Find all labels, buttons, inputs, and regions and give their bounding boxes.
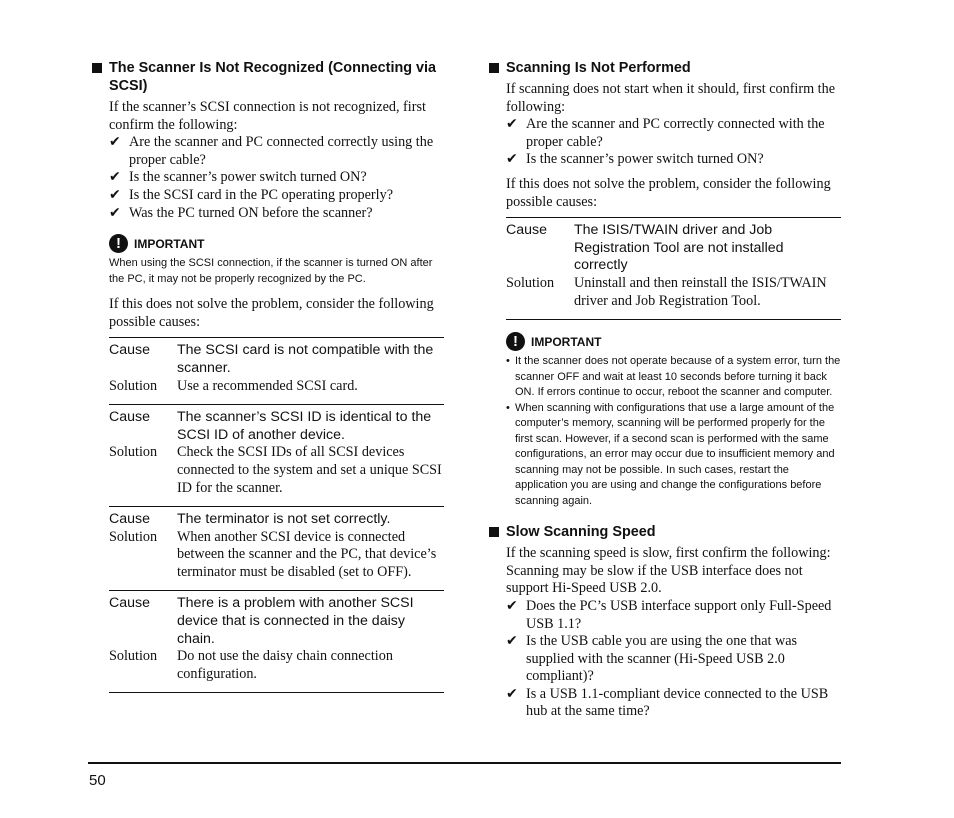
solution-text: Use a recommended SCSI card. bbox=[177, 377, 358, 394]
cause-text: There is a problem with another SCSI dev… bbox=[177, 595, 414, 647]
cause-label: Cause bbox=[109, 409, 151, 426]
checkmark-icon: ✔ bbox=[109, 204, 121, 221]
solution-label: Solution bbox=[109, 528, 158, 545]
important-bullet: • It the scanner does not operate because… bbox=[506, 354, 841, 401]
checkmark-icon: ✔ bbox=[506, 151, 518, 168]
checklist-item: ✔ Does the PC’s USB interface support onl… bbox=[506, 597, 832, 632]
checklist-item: ✔ Is the USB cable you are using the one … bbox=[506, 633, 798, 685]
section-slow-speed: Slow Scanning Speed If the scanning spee… bbox=[489, 523, 841, 721]
bullet-icon: • bbox=[506, 355, 510, 368]
table-row: Cause The SCSI card is not compatible wit… bbox=[109, 338, 444, 406]
checkmark-icon: ✔ bbox=[109, 186, 121, 203]
cause-text: The terminator is not set correctly. bbox=[177, 511, 391, 528]
solution-label: Solution bbox=[506, 274, 555, 291]
cause-text: The ISIS/TWAIN driver and Job Registrati… bbox=[574, 222, 784, 274]
footer-divider bbox=[88, 762, 841, 764]
square-bullet-icon bbox=[92, 63, 102, 73]
checkmark-icon: ✔ bbox=[506, 633, 518, 650]
section-heading-slow-speed: Slow Scanning Speed bbox=[489, 523, 841, 541]
square-bullet-icon bbox=[489, 527, 499, 538]
intro-text: If the scanning speed is slow, first con… bbox=[506, 545, 831, 562]
checkmark-icon: ✔ bbox=[506, 116, 518, 133]
heading-text: Scanning Is Not Performed bbox=[506, 60, 691, 76]
causes-intro: If this does not solve the problem, cons… bbox=[109, 296, 434, 330]
section-heading-not-performed: Scanning Is Not Performed bbox=[489, 59, 841, 77]
cause-text: The SCSI card is not compatible with the… bbox=[177, 342, 434, 376]
heading-text: The Scanner Is Not Recognized (Connectin… bbox=[109, 60, 437, 94]
bullet-icon: • bbox=[506, 401, 510, 414]
checklist-item: ✔ Is the SCSI card in the PC operating pr… bbox=[109, 186, 393, 203]
cause-label: Cause bbox=[109, 342, 151, 359]
checklist-item: ✔ Are the scanner and PC correctly connec… bbox=[506, 116, 825, 150]
checklist-item: ✔ Was the PC turned ON before the scanner… bbox=[109, 204, 373, 221]
checkmark-icon: ✔ bbox=[506, 597, 518, 614]
important-text: When using the SCSI connection, if the s… bbox=[109, 257, 433, 285]
checkmark-icon: ✔ bbox=[506, 685, 518, 702]
cause-label: Cause bbox=[109, 595, 151, 612]
important-label: IMPORTANT bbox=[134, 236, 205, 251]
table-row: Cause There is a problem with another SCS… bbox=[109, 591, 444, 694]
cause-solution-table: Cause The ISIS/TWAIN driver and Job Regis… bbox=[506, 217, 841, 321]
intro-text-2: Scanning may be slow if the USB interfac… bbox=[506, 562, 803, 597]
solution-text: Do not use the daisy chain connection co… bbox=[177, 648, 393, 682]
table-row: Cause The scanner’s SCSI ID is identical … bbox=[109, 405, 444, 508]
solution-text: When another SCSI device is connected be… bbox=[177, 528, 437, 580]
checklist-item: ✔ Are the scanner and PC connected correc… bbox=[109, 134, 434, 168]
solution-label: Solution bbox=[109, 444, 158, 461]
checkmark-icon: ✔ bbox=[109, 134, 121, 151]
page-number: 50 bbox=[89, 772, 106, 789]
checklist-item: ✔ Is the scanner’s power switch turned ON… bbox=[506, 151, 764, 168]
solution-label: Solution bbox=[109, 377, 158, 394]
checklist: ✔ Are the scanner and PC connected correc… bbox=[109, 134, 444, 222]
solution-text: Uninstall and then reinstall the ISIS/TW… bbox=[574, 274, 827, 309]
solution-label: Solution bbox=[109, 648, 158, 665]
right-column: Scanning Is Not Performed If scanning do… bbox=[489, 59, 841, 735]
checklist-item: ✔ Is the scanner’s power switch turned ON… bbox=[109, 169, 367, 186]
solution-text: Check the SCSI IDs of all SCSI devices c… bbox=[177, 444, 442, 496]
cause-text: The scanner’s SCSI ID is identical to th… bbox=[177, 409, 432, 443]
left-column: The Scanner Is Not Recognized (Connectin… bbox=[92, 59, 444, 694]
important-note: ! IMPORTANT • It the scanner does not ope… bbox=[506, 332, 841, 509]
checklist-item: ✔ Is a USB 1.1-compliant device connected… bbox=[506, 685, 829, 720]
important-bullets: • It the scanner does not operate because… bbox=[506, 354, 841, 509]
important-icon: ! bbox=[109, 234, 128, 254]
section-heading-scsi: The Scanner Is Not Recognized (Connectin… bbox=[92, 59, 444, 95]
important-note: ! IMPORTANT When using the SCSI connecti… bbox=[109, 234, 444, 287]
section-not-performed: Scanning Is Not Performed If scanning do… bbox=[489, 59, 841, 509]
heading-text: Slow Scanning Speed bbox=[506, 524, 656, 541]
checkmark-icon: ✔ bbox=[109, 169, 121, 186]
intro-text: If scanning does not start when it shoul… bbox=[506, 81, 836, 115]
causes-intro: If this does not solve the problem, cons… bbox=[506, 175, 831, 210]
checklist: ✔ Are the scanner and PC correctly connec… bbox=[506, 116, 841, 169]
cause-solution-table: Cause The SCSI card is not compatible wit… bbox=[109, 337, 444, 694]
table-row: Cause The ISIS/TWAIN driver and Job Regis… bbox=[506, 218, 841, 321]
intro-text: If the scanner’s SCSI connection is not … bbox=[109, 99, 426, 133]
checklist: ✔ Does the PC’s USB interface support onl… bbox=[506, 598, 841, 721]
cause-label: Cause bbox=[109, 511, 151, 528]
important-label: IMPORTANT bbox=[531, 334, 602, 349]
important-bullet: • When scanning with configurations that … bbox=[506, 401, 841, 510]
table-row: Cause The terminator is not set correctly… bbox=[109, 507, 444, 592]
important-icon: ! bbox=[506, 332, 525, 352]
square-bullet-icon bbox=[489, 63, 499, 73]
cause-label: Cause bbox=[506, 222, 548, 239]
